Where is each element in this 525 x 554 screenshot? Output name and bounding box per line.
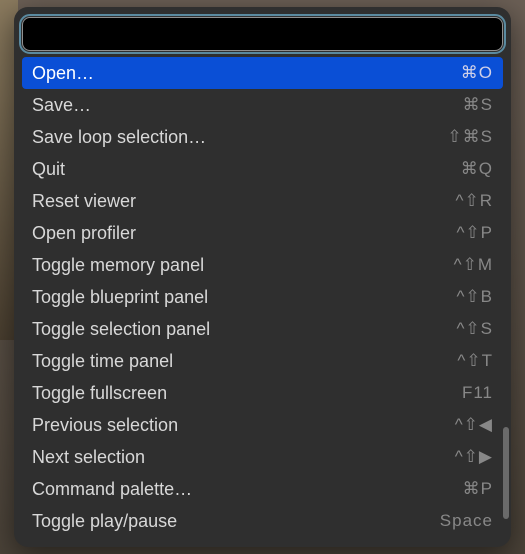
command-shortcut: Space [440,511,493,531]
command-palette: Open… ⌘O Save… ⌘S Save loop selection… ⇧⌘S Qui… [14,7,511,547]
command-item[interactable]: Previous selection ^⇧◀ [22,409,503,441]
command-shortcut: ^⇧S [456,319,493,339]
command-label: Open profiler [32,223,136,244]
command-label: Toggle time panel [32,351,173,372]
command-label: Toggle selection panel [32,319,210,340]
command-item[interactable]: Reset viewer ^⇧R [22,185,503,217]
command-label: Save… [32,95,91,116]
command-shortcut: ⌘P [463,479,493,499]
command-shortcut: ⌘S [463,95,493,115]
command-shortcut: ^⇧P [456,223,493,243]
command-item[interactable]: Toggle play/pause Space [22,505,503,537]
command-shortcut: ⌘O [461,63,493,83]
command-label: Toggle memory panel [32,255,204,276]
command-item[interactable]: Open profiler ^⇧P [22,217,503,249]
command-item[interactable]: Toggle blueprint panel ^⇧B [22,281,503,313]
command-item[interactable]: Save loop selection… ⇧⌘S [22,121,503,153]
command-shortcut: ^⇧B [456,287,493,307]
command-label: Toggle play/pause [32,511,177,532]
command-item[interactable]: Save… ⌘S [22,89,503,121]
command-label: Toggle blueprint panel [32,287,208,308]
command-item[interactable]: Toggle memory panel ^⇧M [22,249,503,281]
command-item[interactable]: Open… ⌘O [22,57,503,89]
command-item[interactable]: Toggle time panel ^⇧T [22,345,503,377]
command-label: Open… [32,63,94,84]
command-label: Previous selection [32,415,178,436]
command-item[interactable]: Quit ⌘Q [22,153,503,185]
command-shortcut: ^⇧◀ [455,415,493,435]
command-label: Command palette… [32,479,192,500]
command-label: Save loop selection… [32,127,206,148]
command-label: Next selection [32,447,145,468]
command-list: Open… ⌘O Save… ⌘S Save loop selection… ⇧⌘S Qui… [22,57,503,537]
search-input[interactable] [22,17,503,51]
command-item[interactable]: Toggle selection panel ^⇧S [22,313,503,345]
command-item[interactable]: Toggle fullscreen F11 [22,377,503,409]
command-shortcut: ⇧⌘S [447,127,493,147]
command-label: Toggle fullscreen [32,383,167,404]
scrollbar-thumb[interactable] [503,427,509,519]
command-shortcut: ^⇧M [454,255,493,275]
command-shortcut: ^⇧R [456,191,494,211]
command-shortcut: ^⇧T [457,351,493,371]
command-shortcut: F11 [462,383,493,403]
command-item[interactable]: Next selection ^⇧▶ [22,441,503,473]
command-item[interactable]: Command palette… ⌘P [22,473,503,505]
command-shortcut: ⌘Q [461,159,493,179]
command-label: Reset viewer [32,191,136,212]
command-shortcut: ^⇧▶ [455,447,493,467]
command-label: Quit [32,159,65,180]
